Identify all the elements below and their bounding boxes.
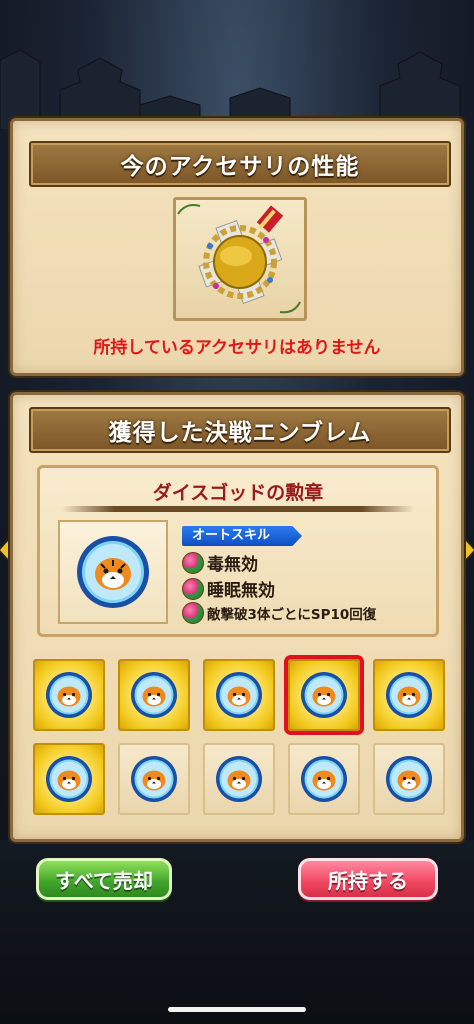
emblem-name: ダイスゴッドの勲章 (152, 482, 324, 504)
emblem-slot[interactable] (203, 743, 275, 815)
emblem-slot[interactable] (118, 659, 190, 731)
emblem-detail-card: ダイスゴッドの勲章 オートスキル 毒無効 睡眠無効 敵撃破3体ごとにSP10回復 (37, 465, 439, 637)
tiger-emblem-icon (301, 672, 347, 718)
emblem-slot[interactable] (118, 743, 190, 815)
tiger-emblem-icon (386, 756, 432, 802)
sell-all-button[interactable]: すべて売却 (36, 858, 172, 900)
auto-skill-badge: オートスキル (182, 526, 302, 546)
selected-emblem-frame (58, 520, 168, 624)
emblem-slot[interactable] (373, 659, 445, 731)
skill-text: 敵撃破3体ごとにSP10回復 (207, 607, 377, 623)
skill-icon (182, 551, 204, 574)
castle-skyline-background (0, 49, 461, 130)
emblem-slot[interactable] (288, 743, 360, 815)
skill-text: 毒無効 (207, 555, 258, 575)
emblem-slot-selected[interactable] (288, 659, 360, 731)
skill-sleep-immunity: 睡眠無効 (182, 576, 275, 601)
tiger-emblem-icon (46, 756, 92, 802)
home-indicator (168, 1007, 306, 1012)
medal-icon (177, 204, 301, 314)
skill-text: 睡眠無効 (207, 581, 275, 601)
emblem-slot[interactable] (33, 743, 105, 815)
tiger-emblem-icon (131, 672, 177, 718)
emblem-slot[interactable] (203, 659, 275, 731)
tiger-emblem-icon (216, 756, 262, 802)
current-accessory-panel: 今のアクセサリの性能 所持しているアクセサリはありません (10, 118, 464, 376)
emblem-panel-title: 獲得した決戦エンブレム (29, 407, 451, 453)
emblem-slot[interactable] (33, 659, 105, 731)
tiger-emblem-icon (46, 672, 92, 718)
tiger-emblem-icon (131, 756, 177, 802)
tiger-emblem-icon (301, 756, 347, 802)
tiger-emblem-icon (386, 672, 432, 718)
accessory-image-frame (173, 197, 307, 321)
emblem-slot[interactable] (373, 743, 445, 815)
accessory-panel-title: 今のアクセサリの性能 (29, 141, 451, 187)
tiger-emblem-icon (216, 672, 262, 718)
skill-sp-recovery: 敵撃破3体ごとにSP10回復 (182, 602, 376, 624)
own-button[interactable]: 所持する (298, 858, 438, 900)
skill-icon (182, 602, 204, 624)
divider (62, 506, 414, 512)
tiger-emblem-icon (77, 536, 149, 608)
skill-icon (182, 577, 204, 600)
acquired-emblem-panel: 獲得した決戦エンブレム ダイスゴッドの勲章 オートスキル 毒無効 睡眠無効 敵撃… (10, 392, 464, 842)
skill-poison-immunity: 毒無効 (182, 550, 258, 575)
no-accessory-message: 所持しているアクセサリはありません (93, 338, 381, 358)
